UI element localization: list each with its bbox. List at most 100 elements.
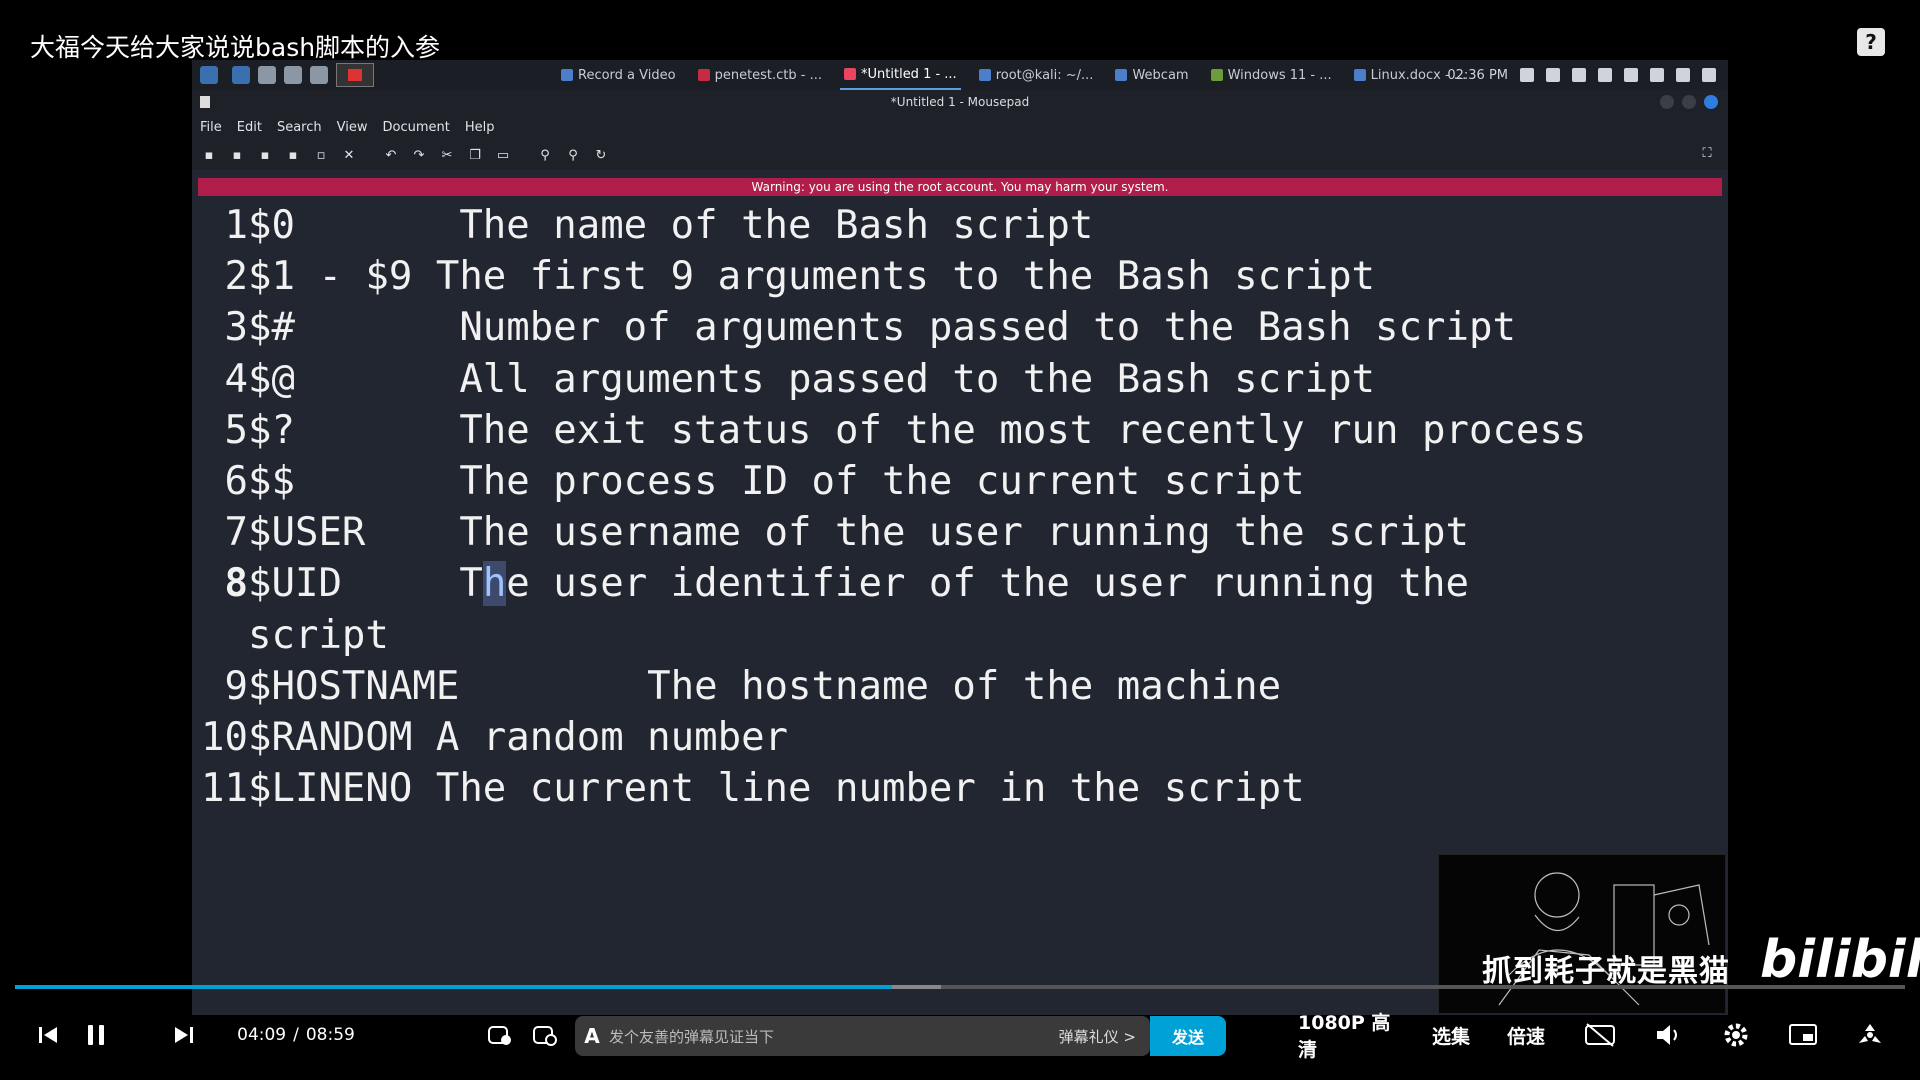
- danmaku-etiquette-link[interactable]: 弹幕礼仪 >: [1059, 1026, 1136, 1047]
- editor-line[interactable]: script: [198, 610, 1586, 661]
- line-text: script: [248, 612, 389, 658]
- editor-line[interactable]: 6 $$ The process ID of the current script: [198, 456, 1586, 507]
- keyboard-icon[interactable]: [1572, 68, 1586, 82]
- taskbar-task[interactable]: penetest.ctb - ...: [694, 60, 826, 90]
- episodes-button[interactable]: 选集: [1428, 1010, 1474, 1060]
- editor-line[interactable]: 1 $0 The name of the Bash script: [198, 200, 1586, 251]
- menu-edit[interactable]: Edit: [237, 120, 262, 135]
- files-icon[interactable]: [258, 66, 276, 84]
- pause-icon[interactable]: [78, 1010, 114, 1060]
- picture-in-picture-icon[interactable]: [1785, 1010, 1821, 1060]
- taskbar-task[interactable]: Record a Video: [557, 60, 680, 90]
- taskbar-task[interactable]: *Untitled 1 - ...: [840, 60, 961, 90]
- notification-bell-icon[interactable]: [1624, 68, 1638, 82]
- display-icon[interactable]: [1546, 68, 1560, 82]
- danmaku-input[interactable]: A 发个友善的弹幕见证当下 弹幕礼仪 >: [575, 1016, 1150, 1056]
- window-titlebar: *Untitled 1 - Mousepad: [192, 90, 1728, 114]
- menu-file[interactable]: File: [200, 120, 222, 135]
- video-frame[interactable]: Record a Video penetest.ctb - ... *Untitle…: [192, 60, 1728, 1015]
- menu-document[interactable]: Document: [382, 120, 449, 135]
- line-text: $HOSTNAME The hostname of the machine: [248, 663, 1282, 709]
- toolbar: ▪ ▪ ▪ ▪ ▫ ✕ ↶ ↷ ✂ ❐ ▭ ⚲ ⚲ ↻ ⛶: [192, 140, 1728, 170]
- menu-help[interactable]: Help: [465, 120, 495, 135]
- save-icon[interactable]: ▪: [284, 148, 302, 163]
- line-text: $RANDOM A random number: [248, 715, 789, 761]
- kali-menu-icon[interactable]: [200, 66, 218, 84]
- battery-icon[interactable]: [1650, 68, 1664, 82]
- goto-line-icon[interactable]: ↻: [592, 148, 610, 163]
- workspace-switcher[interactable]: [336, 63, 374, 87]
- editor-line[interactable]: 3 $# Number of arguments passed to the Ba…: [198, 302, 1586, 353]
- redo-icon[interactable]: ↷: [410, 148, 428, 163]
- editor-line[interactable]: 10 $RANDOM A random number: [198, 712, 1586, 763]
- editor-line[interactable]: 7 $USER The username of the user running …: [198, 507, 1586, 558]
- line-number: 10: [201, 715, 248, 761]
- root-warning-bar: Warning: you are using the root account.…: [198, 178, 1722, 196]
- terminal-launcher-icon[interactable]: [310, 66, 328, 84]
- editor-line[interactable]: 5 $? The exit status of the most recently…: [198, 405, 1587, 456]
- editor-line[interactable]: 4 $@ All arguments passed to the Bash scr…: [198, 354, 1586, 405]
- line-number: 1: [224, 203, 248, 248]
- progress-bar[interactable]: [15, 985, 1905, 989]
- help-icon[interactable]: ?: [1857, 28, 1885, 56]
- editor-line[interactable]: 2 $1 - $9 The first 9 arguments to the Ba…: [198, 251, 1586, 302]
- maximize-button[interactable]: [1682, 95, 1696, 109]
- mousepad-icon: [844, 68, 857, 80]
- line-text: $LINENO The current line number in the s…: [248, 766, 1305, 812]
- task-list: Record a Video penetest.ctb - ... *Untitle…: [557, 60, 1470, 90]
- webpage-fullscreen-icon[interactable]: [1852, 1010, 1888, 1060]
- close-button[interactable]: [1704, 95, 1718, 109]
- open-icon[interactable]: ▪: [256, 148, 274, 163]
- taskbar-task[interactable]: Webcam: [1111, 60, 1192, 90]
- camera-icon[interactable]: [1520, 68, 1534, 82]
- browser-icon[interactable]: [284, 66, 302, 84]
- window-title: *Untitled 1 - Mousepad: [890, 95, 1030, 109]
- webcam-overlay: [1438, 854, 1726, 1014]
- cut-icon[interactable]: ✂: [438, 148, 456, 163]
- new-window-icon[interactable]: ▪: [228, 148, 246, 163]
- menu-view[interactable]: View: [337, 120, 368, 135]
- send-button[interactable]: 发送: [1150, 1016, 1226, 1056]
- editor-line[interactable]: 9 $HOSTNAME The hostname of the machine: [198, 661, 1586, 712]
- volume-icon[interactable]: [1598, 68, 1612, 82]
- line-number: 7: [224, 510, 248, 556]
- next-icon[interactable]: [166, 1010, 202, 1060]
- replace-icon[interactable]: ⚲: [564, 148, 582, 163]
- danmaku-toggle-icon[interactable]: [485, 1010, 515, 1060]
- taskbar-task-label: Record a Video: [578, 67, 676, 83]
- danmaku-settings-icon[interactable]: [530, 1010, 560, 1060]
- settings-gear-icon[interactable]: [1718, 1010, 1754, 1060]
- copy-icon[interactable]: ❐: [466, 148, 484, 163]
- minimize-button[interactable]: [1660, 95, 1674, 109]
- docx-icon: [1353, 69, 1366, 81]
- paste-icon[interactable]: ▭: [494, 148, 512, 163]
- menu-search[interactable]: Search: [277, 120, 322, 135]
- power-icon[interactable]: [1702, 68, 1716, 82]
- fullscreen-icon[interactable]: ⛶: [1698, 146, 1716, 161]
- editor-line[interactable]: 11 $LINENO The current line number in the…: [198, 763, 1586, 814]
- undo-icon[interactable]: ↶: [382, 148, 400, 163]
- lock-icon[interactable]: [1676, 68, 1690, 82]
- line-text: $USER The username of the user running t…: [248, 510, 1469, 556]
- taskbar-task[interactable]: root@kali: ~/...: [975, 60, 1098, 90]
- line-text-segment: e user identifier of the user running th…: [506, 561, 1469, 607]
- danmaku-style-icon[interactable]: A: [575, 1024, 609, 1048]
- uploader-watermark: 抓到耗子就是黑猫: [1482, 954, 1730, 989]
- line-number: 4: [224, 356, 248, 402]
- new-file-icon[interactable]: ▪: [200, 148, 218, 163]
- previous-icon[interactable]: [30, 1010, 66, 1060]
- volume-icon[interactable]: [1650, 1010, 1686, 1060]
- line-text: $@ All arguments passed to the Bash scri…: [248, 356, 1376, 402]
- close-tab-icon[interactable]: ✕: [340, 148, 358, 163]
- line-text-segment: $UID T: [248, 561, 483, 607]
- line-number: [198, 610, 248, 661]
- editor-line[interactable]: 8 $UID The user identifier of the user ru…: [198, 558, 1586, 609]
- save-as-icon[interactable]: ▫: [312, 148, 330, 163]
- subtitle-off-icon[interactable]: [1580, 1010, 1620, 1060]
- line-text: $? The exit status of the most recently …: [248, 407, 1587, 453]
- find-icon[interactable]: ⚲: [536, 148, 554, 163]
- desktop-icon[interactable]: [232, 66, 250, 84]
- taskbar-task[interactable]: Windows 11 - ...: [1207, 60, 1336, 90]
- quality-button[interactable]: 1080P 高清: [1298, 1010, 1408, 1061]
- speed-button[interactable]: 倍速: [1503, 1010, 1549, 1060]
